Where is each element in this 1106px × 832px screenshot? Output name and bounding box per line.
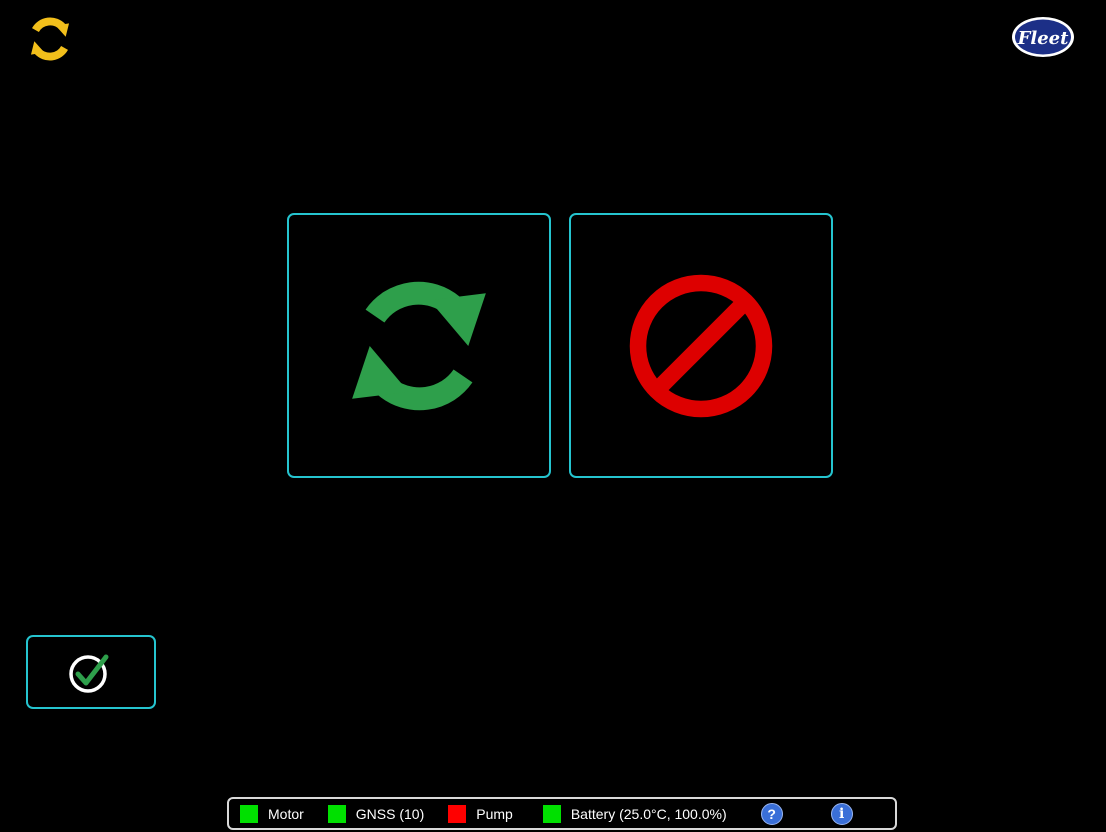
confirm-button[interactable] xyxy=(26,635,156,709)
status-indicator xyxy=(240,804,258,823)
status-battery: Battery (25.0°C, 100.0%) xyxy=(542,804,727,823)
status-motor: Motor xyxy=(240,804,304,823)
info-button[interactable]: i xyxy=(830,802,853,825)
screen: Fleet Motor GNSS (10) Pump Battery (25.0… xyxy=(0,0,1106,832)
status-indicator xyxy=(327,804,346,823)
status-indicator xyxy=(448,804,467,823)
help-button[interactable]: ? xyxy=(760,802,783,825)
start-button[interactable] xyxy=(287,213,551,478)
status-bar: Motor GNSS (10) Pump Battery (25.0°C, 10… xyxy=(227,797,897,830)
sync-icon xyxy=(30,17,70,61)
help-icon: ? xyxy=(767,805,776,822)
header-refresh-button[interactable] xyxy=(22,11,78,67)
brand-logo-text: Fleet xyxy=(1017,28,1070,49)
status-gnss: GNSS (10) xyxy=(327,804,425,823)
status-label: Motor xyxy=(268,805,304,822)
sync-icon xyxy=(352,281,486,410)
status-label: Pump xyxy=(476,805,513,822)
status-label: GNSS (10) xyxy=(355,805,425,822)
status-pump: Pump xyxy=(448,804,513,823)
prohibited-icon xyxy=(629,274,773,417)
info-icon: i xyxy=(838,805,845,822)
stop-button[interactable] xyxy=(569,213,833,478)
check-circle-icon xyxy=(69,654,109,693)
status-label: Battery (25.0°C, 100.0%) xyxy=(570,805,727,822)
brand-logo: Fleet xyxy=(1010,15,1076,59)
status-indicator xyxy=(542,804,561,823)
